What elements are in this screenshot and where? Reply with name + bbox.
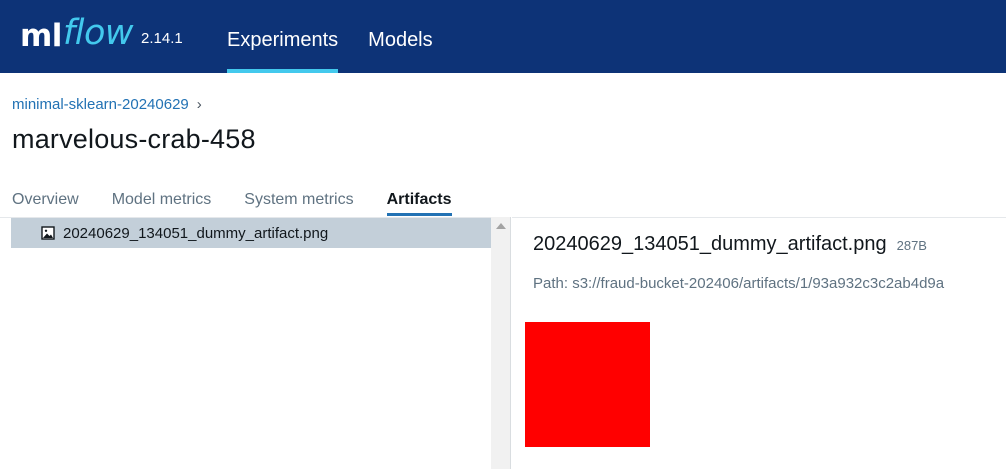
- chevron-right-icon: ›: [196, 96, 202, 113]
- tab-model-metrics[interactable]: Model metrics: [112, 184, 212, 216]
- main-nav: Experiments Models: [227, 0, 433, 73]
- run-tabs: Overview Model metrics System metrics Ar…: [12, 184, 452, 216]
- scroll-up-arrow-icon[interactable]: [496, 223, 506, 229]
- artifact-tree-item-label: 20240629_134051_dummy_artifact.png: [63, 224, 329, 242]
- tab-overview[interactable]: Overview: [12, 184, 79, 216]
- artifact-image-preview: [525, 322, 650, 447]
- mlflow-logo[interactable]: ml flow 2.14.1: [20, 10, 183, 62]
- artifact-detail-header: 20240629_134051_dummy_artifact.png 287B: [533, 233, 927, 256]
- artifact-size: 287B: [896, 238, 927, 253]
- nav-experiments[interactable]: Experiments: [227, 0, 339, 73]
- top-navigation-bar: ml flow 2.14.1 Experiments Models: [0, 0, 1006, 73]
- artifact-filename: 20240629_134051_dummy_artifact.png: [533, 233, 887, 255]
- tab-system-metrics[interactable]: System metrics: [244, 184, 353, 216]
- artifact-path: Path: s3://fraud-bucket-202406/artifacts…: [533, 275, 945, 292]
- artifact-tree: 20240629_134051_dummy_artifact.png: [0, 217, 491, 469]
- logo-ml-text: ml: [20, 18, 62, 54]
- breadcrumb: minimal-sklearn-20240629 ›: [12, 96, 202, 113]
- image-file-icon: [41, 226, 55, 240]
- breadcrumb-experiment-link[interactable]: minimal-sklearn-20240629: [12, 96, 189, 113]
- page-title: marvelous-crab-458: [12, 124, 256, 154]
- logo-flow-text: flow: [62, 13, 134, 53]
- tree-scrollbar[interactable]: [491, 217, 511, 469]
- nav-models[interactable]: Models: [368, 0, 432, 73]
- artifact-tree-item[interactable]: 20240629_134051_dummy_artifact.png: [11, 218, 491, 248]
- tab-artifacts[interactable]: Artifacts: [386, 184, 452, 216]
- version-label: 2.14.1: [141, 30, 183, 47]
- artifact-detail: 20240629_134051_dummy_artifact.png 287B …: [512, 217, 1006, 469]
